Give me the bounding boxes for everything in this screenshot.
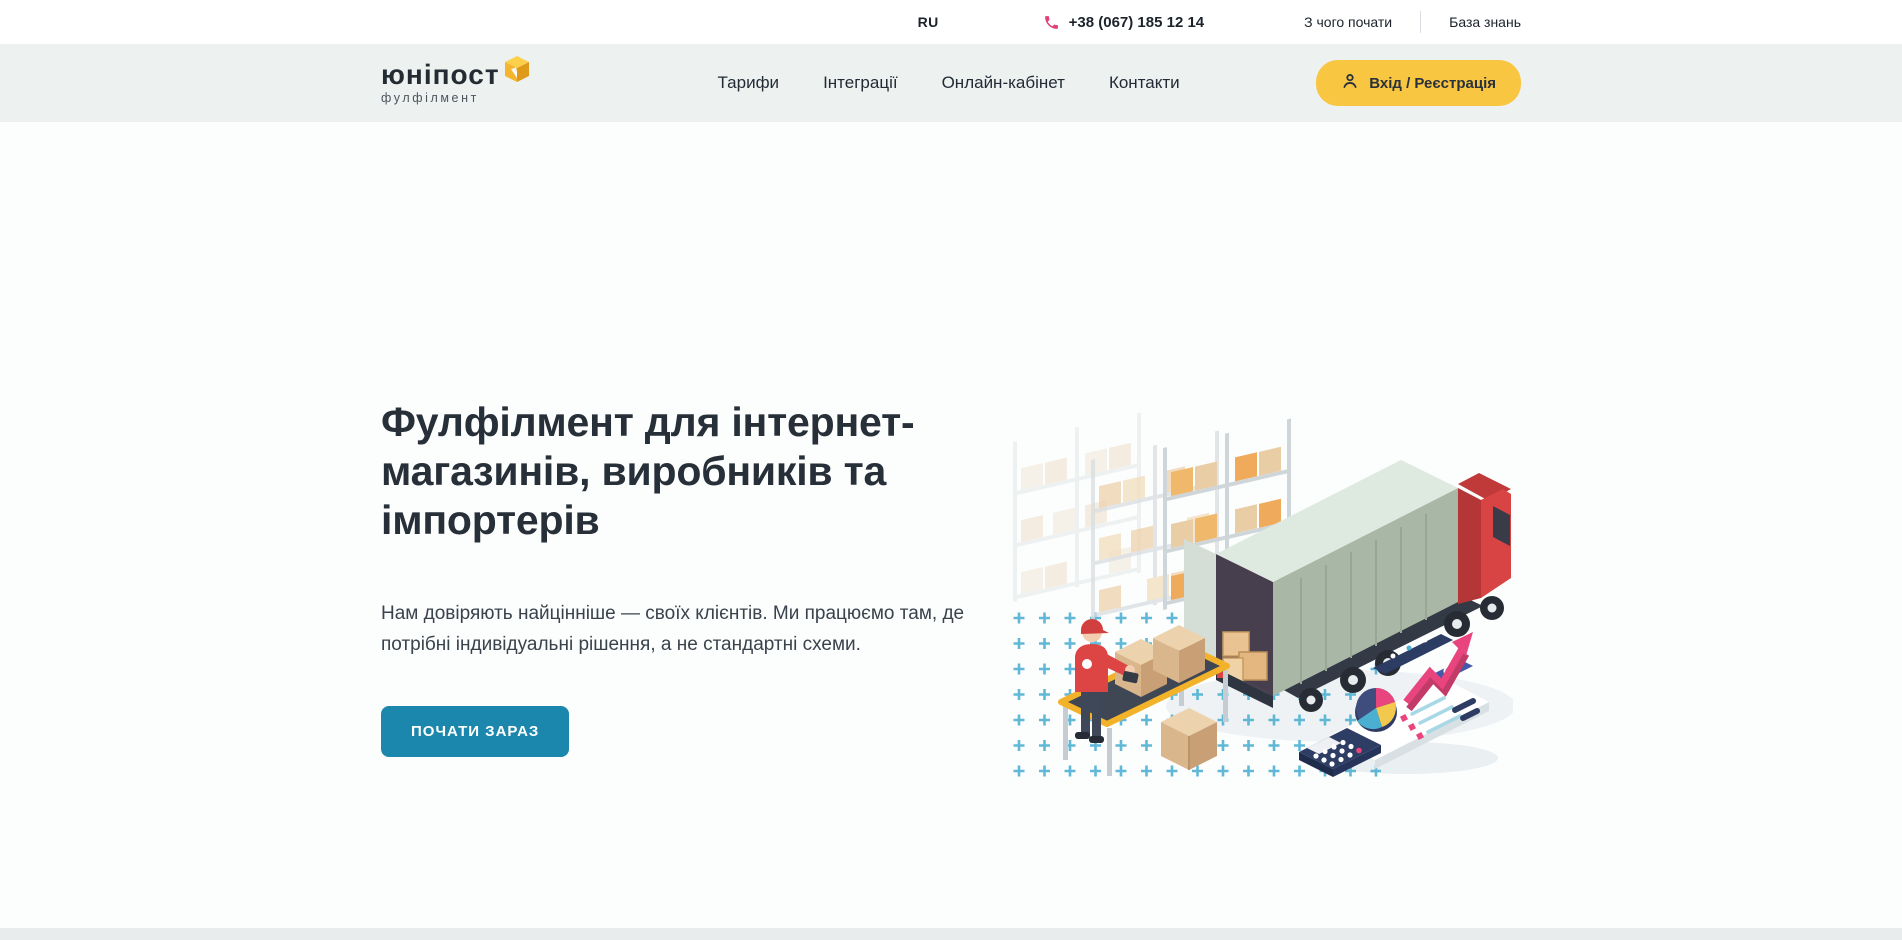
phone-number: +38 (067) 185 12 14 xyxy=(1069,14,1205,31)
nav-item-tariffs[interactable]: Тарифи xyxy=(718,73,780,93)
link-how-to-start[interactable]: З чого почати xyxy=(1304,14,1392,30)
nav-item-contacts[interactable]: Контакти xyxy=(1109,73,1180,93)
landing-page: RU +38 (067) 185 12 14 З чого почати Баз… xyxy=(0,0,1902,940)
logo[interactable]: юніпост фулфілмент xyxy=(381,61,530,105)
hero-section: Фулфілмент для інтернет-магазинів, вироб… xyxy=(0,122,1902,928)
header: юніпост фулфілмент Тарифи Інтеграції О xyxy=(0,44,1902,122)
cube-logo-icon xyxy=(504,55,530,88)
nav-item-integrations[interactable]: Інтеграції xyxy=(823,73,898,93)
user-icon xyxy=(1341,72,1359,94)
logo-tagline: фулфілмент xyxy=(381,91,500,105)
logo-text: юніпост фулфілмент xyxy=(381,61,500,105)
language-toggle[interactable]: RU xyxy=(918,14,939,30)
phone-link[interactable]: +38 (067) 185 12 14 xyxy=(1043,14,1205,31)
link-knowledge-base[interactable]: База знань xyxy=(1449,14,1521,30)
topbar: RU +38 (067) 185 12 14 З чого почати Баз… xyxy=(0,0,1902,44)
hero-illustration xyxy=(1011,406,1513,788)
header-inner: юніпост фулфілмент Тарифи Інтеграції О xyxy=(381,44,1521,122)
topbar-divider xyxy=(1420,11,1421,33)
login-register-label: Вхід / Реєстрація xyxy=(1369,75,1496,92)
topbar-inner: RU +38 (067) 185 12 14 З чого почати Баз… xyxy=(381,0,1521,44)
hero-subtitle: Нам довіряють найцінніше — своїх клієнті… xyxy=(381,598,971,661)
login-register-button[interactable]: Вхід / Реєстрація xyxy=(1316,60,1521,106)
hero-copy: Фулфілмент для інтернет-магазинів, вироб… xyxy=(381,398,1071,757)
nav-item-online-cabinet[interactable]: Онлайн-кабінет xyxy=(942,73,1065,93)
start-now-button[interactable]: ПОЧАТИ ЗАРАЗ xyxy=(381,706,569,757)
main-nav: Тарифи Інтеграції Онлайн-кабінет Контакт… xyxy=(718,73,1180,93)
hero-inner: Фулфілмент для інтернет-магазинів, вироб… xyxy=(381,122,1521,928)
phone-icon xyxy=(1043,14,1060,31)
next-section-edge xyxy=(0,928,1902,940)
logo-name: юніпост xyxy=(381,61,500,89)
hero-title: Фулфілмент для інтернет-магазинів, вироб… xyxy=(381,398,1071,546)
delivery-truck xyxy=(1184,460,1511,712)
